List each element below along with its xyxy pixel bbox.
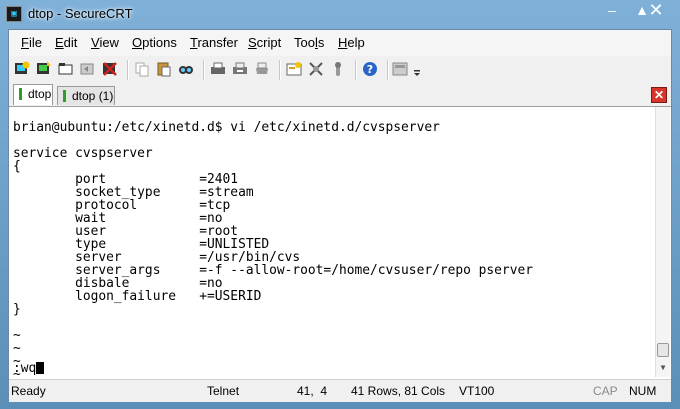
vi-command-line: :wq (13, 361, 45, 376)
keymap-icon[interactable] (329, 60, 347, 78)
toolbar-separator (127, 60, 129, 80)
menu-bar: File Edit View Options Transfer Script T… (9, 30, 671, 56)
window-title: dtop - SecureCRT (28, 6, 133, 21)
terminal-line: brian@ubuntu:/etc/xinetd.d$ vi /etc/xine… (13, 120, 440, 135)
session-options-icon[interactable] (285, 60, 303, 78)
menu-script-accel: S (248, 35, 257, 50)
menu-view[interactable]: View (91, 35, 119, 50)
menu-tools[interactable]: Tools (294, 35, 324, 50)
menu-edit[interactable]: Edit (55, 35, 77, 50)
toolbar-separator (355, 60, 357, 80)
print-icon[interactable] (209, 60, 227, 78)
vertical-scrollbar[interactable]: ▼ (655, 107, 670, 377)
svg-text:?: ? (367, 63, 373, 76)
connected-indicator-icon (63, 90, 66, 102)
menu-tools-pre: Too (294, 35, 315, 50)
status-protocol: Telnet (207, 384, 240, 398)
menu-script-rest: cript (256, 35, 282, 50)
quick-connect-icon[interactable] (35, 60, 53, 78)
connect-tab-icon[interactable] (57, 60, 75, 78)
paste-icon[interactable] (155, 60, 173, 78)
toolbar-separator (387, 60, 389, 80)
close-tab-button[interactable]: ✕ (651, 87, 667, 103)
vi-command-text: :wq (13, 361, 37, 376)
sftp-icon[interactable] (391, 60, 409, 78)
tab-dtop-1[interactable]: dtop (1) (57, 86, 115, 105)
menu-file[interactable]: File (21, 35, 42, 50)
status-terminal-size: 41 Rows, 81 Cols (351, 384, 446, 398)
terminal-line: logon_failure +=USERID (13, 289, 262, 304)
title-bar[interactable]: ▣ dtop - SecureCRT – ▲ ✕ (0, 0, 680, 28)
toolbar-separator (203, 60, 205, 80)
menu-transfer[interactable]: Transfer (190, 35, 238, 50)
close-button[interactable]: ✕ (634, 0, 678, 22)
print-selection-icon[interactable] (231, 60, 249, 78)
menu-help-rest: elp (347, 35, 365, 50)
print-screen-icon[interactable] (253, 60, 271, 78)
status-emulation: VT100 (459, 384, 495, 398)
terminal-line: service cvspserver (13, 146, 153, 161)
menu-edit-accel: E (55, 35, 64, 50)
status-caps-lock: CAP (593, 384, 618, 398)
securecrt-window: ▣ dtop - SecureCRT – ▲ ✕ File Edit View … (0, 0, 680, 409)
toolbar: ? (9, 56, 671, 85)
status-cursor-position: 41, 4 (297, 384, 328, 398)
terminal-line: } (13, 302, 21, 317)
status-ready: Ready (11, 384, 46, 398)
client-area: File Edit View Options Transfer Script T… (8, 29, 672, 402)
menu-edit-rest: dit (63, 35, 78, 50)
scrollbar-thumb[interactable] (657, 343, 669, 357)
disconnect-icon[interactable] (101, 60, 119, 78)
securecrt-app-icon[interactable]: ▣ (6, 6, 22, 22)
menu-tools-rest: s (317, 35, 325, 50)
scroll-down-arrow-icon[interactable]: ▼ (657, 361, 669, 375)
menu-view-rest: iew (99, 35, 119, 50)
menu-transfer-rest: ransfer (197, 35, 238, 50)
terminal-screen[interactable]: brian@ubuntu:/etc/xinetd.d$ vi /etc/xine… (9, 106, 671, 381)
status-bar: Ready Telnet 41, 4 41 Rows, 81 Cols VT10… (9, 379, 671, 402)
tab-dtop[interactable]: dtop (13, 84, 53, 105)
menu-options[interactable]: Options (132, 35, 177, 50)
more-icon[interactable] (413, 60, 421, 78)
menu-help-accel: H (338, 35, 348, 50)
tab-label: dtop (1) (72, 89, 114, 103)
session-tab-bar: dtop dtop (1) ✕ (9, 84, 671, 106)
menu-help[interactable]: Help (338, 35, 365, 50)
global-options-icon[interactable] (307, 60, 325, 78)
connected-indicator-icon (19, 88, 22, 100)
status-num-lock: NUM (629, 384, 657, 398)
toolbar-separator (279, 60, 281, 80)
reconnect-icon[interactable] (79, 60, 97, 78)
minimize-button[interactable]: – (596, 0, 628, 22)
menu-options-accel: O (132, 35, 143, 50)
help-icon[interactable]: ? (361, 60, 379, 78)
copy-icon[interactable] (133, 60, 151, 78)
tab-label: dtop (28, 87, 52, 101)
menu-options-rest: ptions (142, 35, 177, 50)
terminal-cursor (36, 362, 45, 374)
connect-icon[interactable] (13, 60, 31, 78)
menu-script[interactable]: Script (248, 35, 281, 50)
menu-file-rest: ile (28, 35, 42, 50)
find-icon[interactable] (177, 60, 195, 78)
menu-file-accel: F (21, 35, 29, 50)
